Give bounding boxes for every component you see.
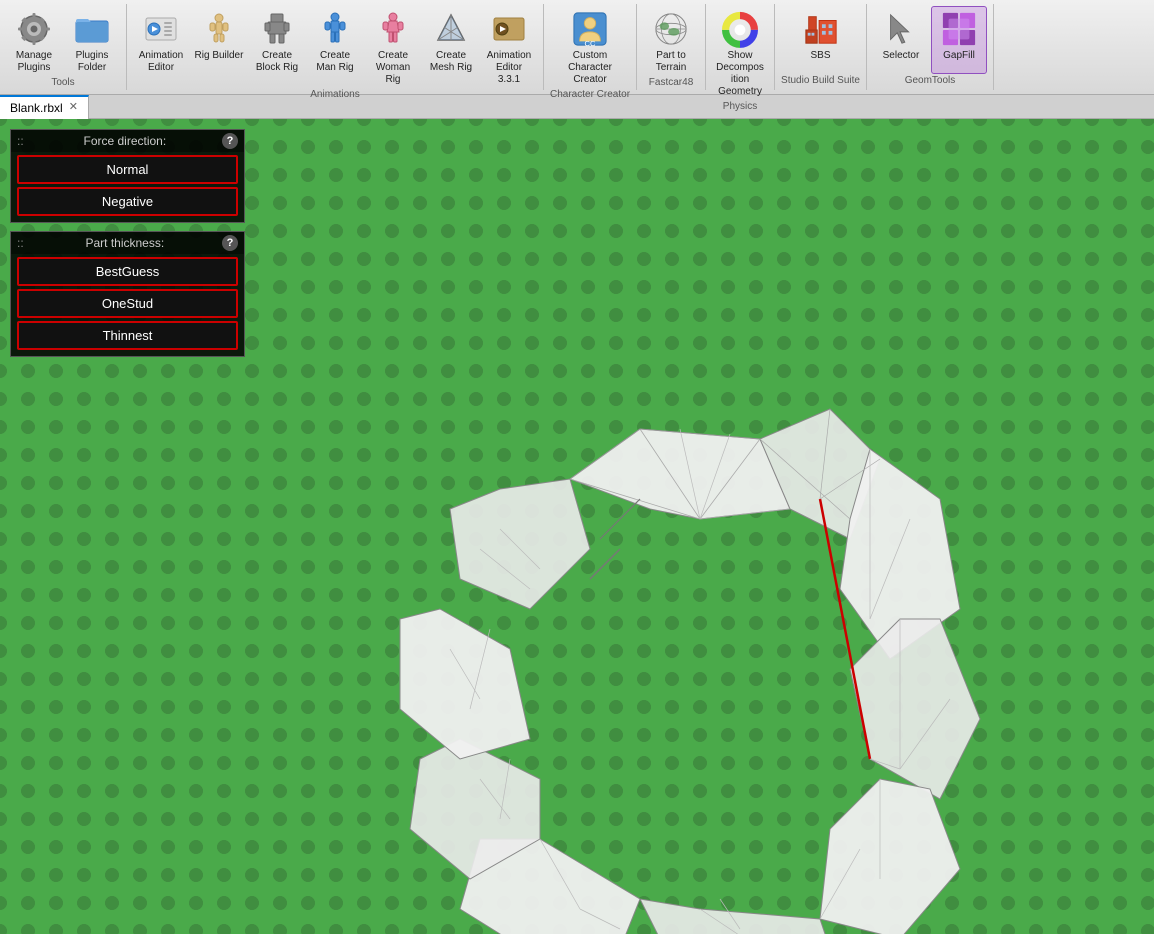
toolbar-char-items: CC Custom Character Creator bbox=[562, 6, 618, 89]
sbs-button[interactable]: SBS bbox=[793, 6, 849, 74]
rig-builder-icon bbox=[201, 11, 237, 47]
create-block-rig-button[interactable]: Create Block Rig bbox=[249, 6, 305, 77]
part-thickness-header: :: Part thickness: ? bbox=[11, 232, 244, 254]
create-mesh-rig-icon bbox=[433, 11, 469, 47]
toolbar-group-geomtools: Selector GapFill GeomTools bbox=[867, 4, 994, 90]
animation-editor-button[interactable]: Animation Editor bbox=[133, 6, 189, 77]
canvas-area: :: Force direction: ? Normal Negative ::… bbox=[0, 119, 1154, 934]
selector-button[interactable]: Selector bbox=[873, 6, 929, 74]
toolbar-fastcar-label: Fastcar48 bbox=[649, 77, 693, 90]
thinnest-button[interactable]: Thinnest bbox=[17, 321, 238, 350]
animation-editor-icon bbox=[143, 11, 179, 47]
animation-editor-33-icon bbox=[491, 11, 527, 47]
plugins-folder-icon bbox=[74, 11, 110, 47]
tab-label: Blank.rbxl bbox=[10, 101, 63, 115]
toolbar-group-physics: Show Decomposition Geometry Physics bbox=[706, 4, 775, 90]
tab-close-button[interactable]: ✕ bbox=[69, 102, 78, 113]
toolbar-fastcar-items: Part to Terrain bbox=[643, 6, 699, 77]
manage-plugins-button[interactable]: Manage Plugins bbox=[6, 6, 62, 77]
tab-blank-rbxl[interactable]: Blank.rbxl ✕ bbox=[0, 95, 89, 119]
force-direction-title: Force direction: bbox=[83, 134, 166, 148]
part-to-terrain-button[interactable]: Part to Terrain bbox=[643, 6, 699, 77]
custom-char-creator-button[interactable]: CC Custom Character Creator bbox=[562, 6, 618, 89]
sbs-icon bbox=[803, 11, 839, 47]
normal-button[interactable]: Normal bbox=[17, 155, 238, 184]
toolbar: Manage Plugins Plugins Folder Tools bbox=[0, 0, 1154, 95]
show-decomp-button[interactable]: Show Decomposition Geometry bbox=[712, 6, 768, 101]
create-woman-rig-icon bbox=[375, 11, 411, 47]
toolbar-animations-items: Animation Editor Rig Builder bbox=[133, 6, 537, 89]
part-thickness-help[interactable]: ? bbox=[222, 235, 238, 251]
toolbar-geomtools-label: GeomTools bbox=[905, 75, 956, 88]
toolbar-sbs-label: Studio Build Suite bbox=[781, 75, 860, 88]
manage-plugins-icon bbox=[16, 11, 52, 47]
toolbar-group-tools: Manage Plugins Plugins Folder Tools bbox=[0, 4, 127, 90]
create-man-rig-button[interactable]: Create Man Rig bbox=[307, 6, 363, 77]
one-stud-button[interactable]: OneStud bbox=[17, 289, 238, 318]
show-decomp-icon bbox=[722, 11, 758, 47]
toolbar-geomtools-items: Selector GapFill bbox=[873, 6, 987, 75]
force-direction-help[interactable]: ? bbox=[222, 133, 238, 149]
force-direction-grip: :: bbox=[17, 134, 24, 148]
force-direction-header: :: Force direction: ? bbox=[11, 130, 244, 152]
toolbar-animations-label: Animations bbox=[310, 89, 359, 102]
gapfill-button[interactable]: GapFill bbox=[931, 6, 987, 74]
toolbar-group-char-creator: CC Custom Character Creator Character Cr… bbox=[544, 4, 637, 90]
toolbar-physics-items: Show Decomposition Geometry bbox=[712, 6, 768, 101]
toolbar-sbs-items: SBS bbox=[793, 6, 849, 75]
side-panel: :: Force direction: ? Normal Negative ::… bbox=[10, 129, 245, 357]
svg-text:CC: CC bbox=[585, 39, 596, 48]
toolbar-char-label: Character Creator bbox=[550, 89, 630, 102]
animation-editor-33-button[interactable]: Animation Editor 3.3.1 bbox=[481, 6, 537, 89]
selector-icon bbox=[883, 11, 919, 47]
part-to-terrain-icon bbox=[653, 11, 689, 47]
rig-builder-button[interactable]: Rig Builder bbox=[191, 6, 247, 74]
create-woman-rig-button[interactable]: Create Woman Rig bbox=[365, 6, 421, 89]
part-thickness-panel: :: Part thickness: ? BestGuess OneStud T… bbox=[10, 231, 245, 357]
create-block-rig-icon bbox=[259, 11, 295, 47]
toolbar-tools-items: Manage Plugins Plugins Folder bbox=[6, 6, 120, 77]
force-direction-panel: :: Force direction: ? Normal Negative bbox=[10, 129, 245, 223]
part-thickness-title: Part thickness: bbox=[85, 236, 164, 250]
part-thickness-grip: :: bbox=[17, 236, 24, 250]
toolbar-physics-label: Physics bbox=[723, 101, 757, 114]
best-guess-button[interactable]: BestGuess bbox=[17, 257, 238, 286]
toolbar-group-sbs: SBS Studio Build Suite bbox=[775, 4, 867, 90]
toolbar-group-animations: Animation Editor Rig Builder bbox=[127, 4, 544, 90]
gapfill-icon bbox=[941, 11, 977, 47]
plugins-folder-button[interactable]: Plugins Folder bbox=[64, 6, 120, 77]
toolbar-group-fastcar48: Part to Terrain Fastcar48 bbox=[637, 4, 706, 90]
custom-char-creator-icon: CC bbox=[572, 11, 608, 47]
create-man-rig-icon bbox=[317, 11, 353, 47]
toolbar-tools-label: Tools bbox=[51, 77, 74, 90]
negative-button[interactable]: Negative bbox=[17, 187, 238, 216]
create-mesh-rig-button[interactable]: Create Mesh Rig bbox=[423, 6, 479, 77]
